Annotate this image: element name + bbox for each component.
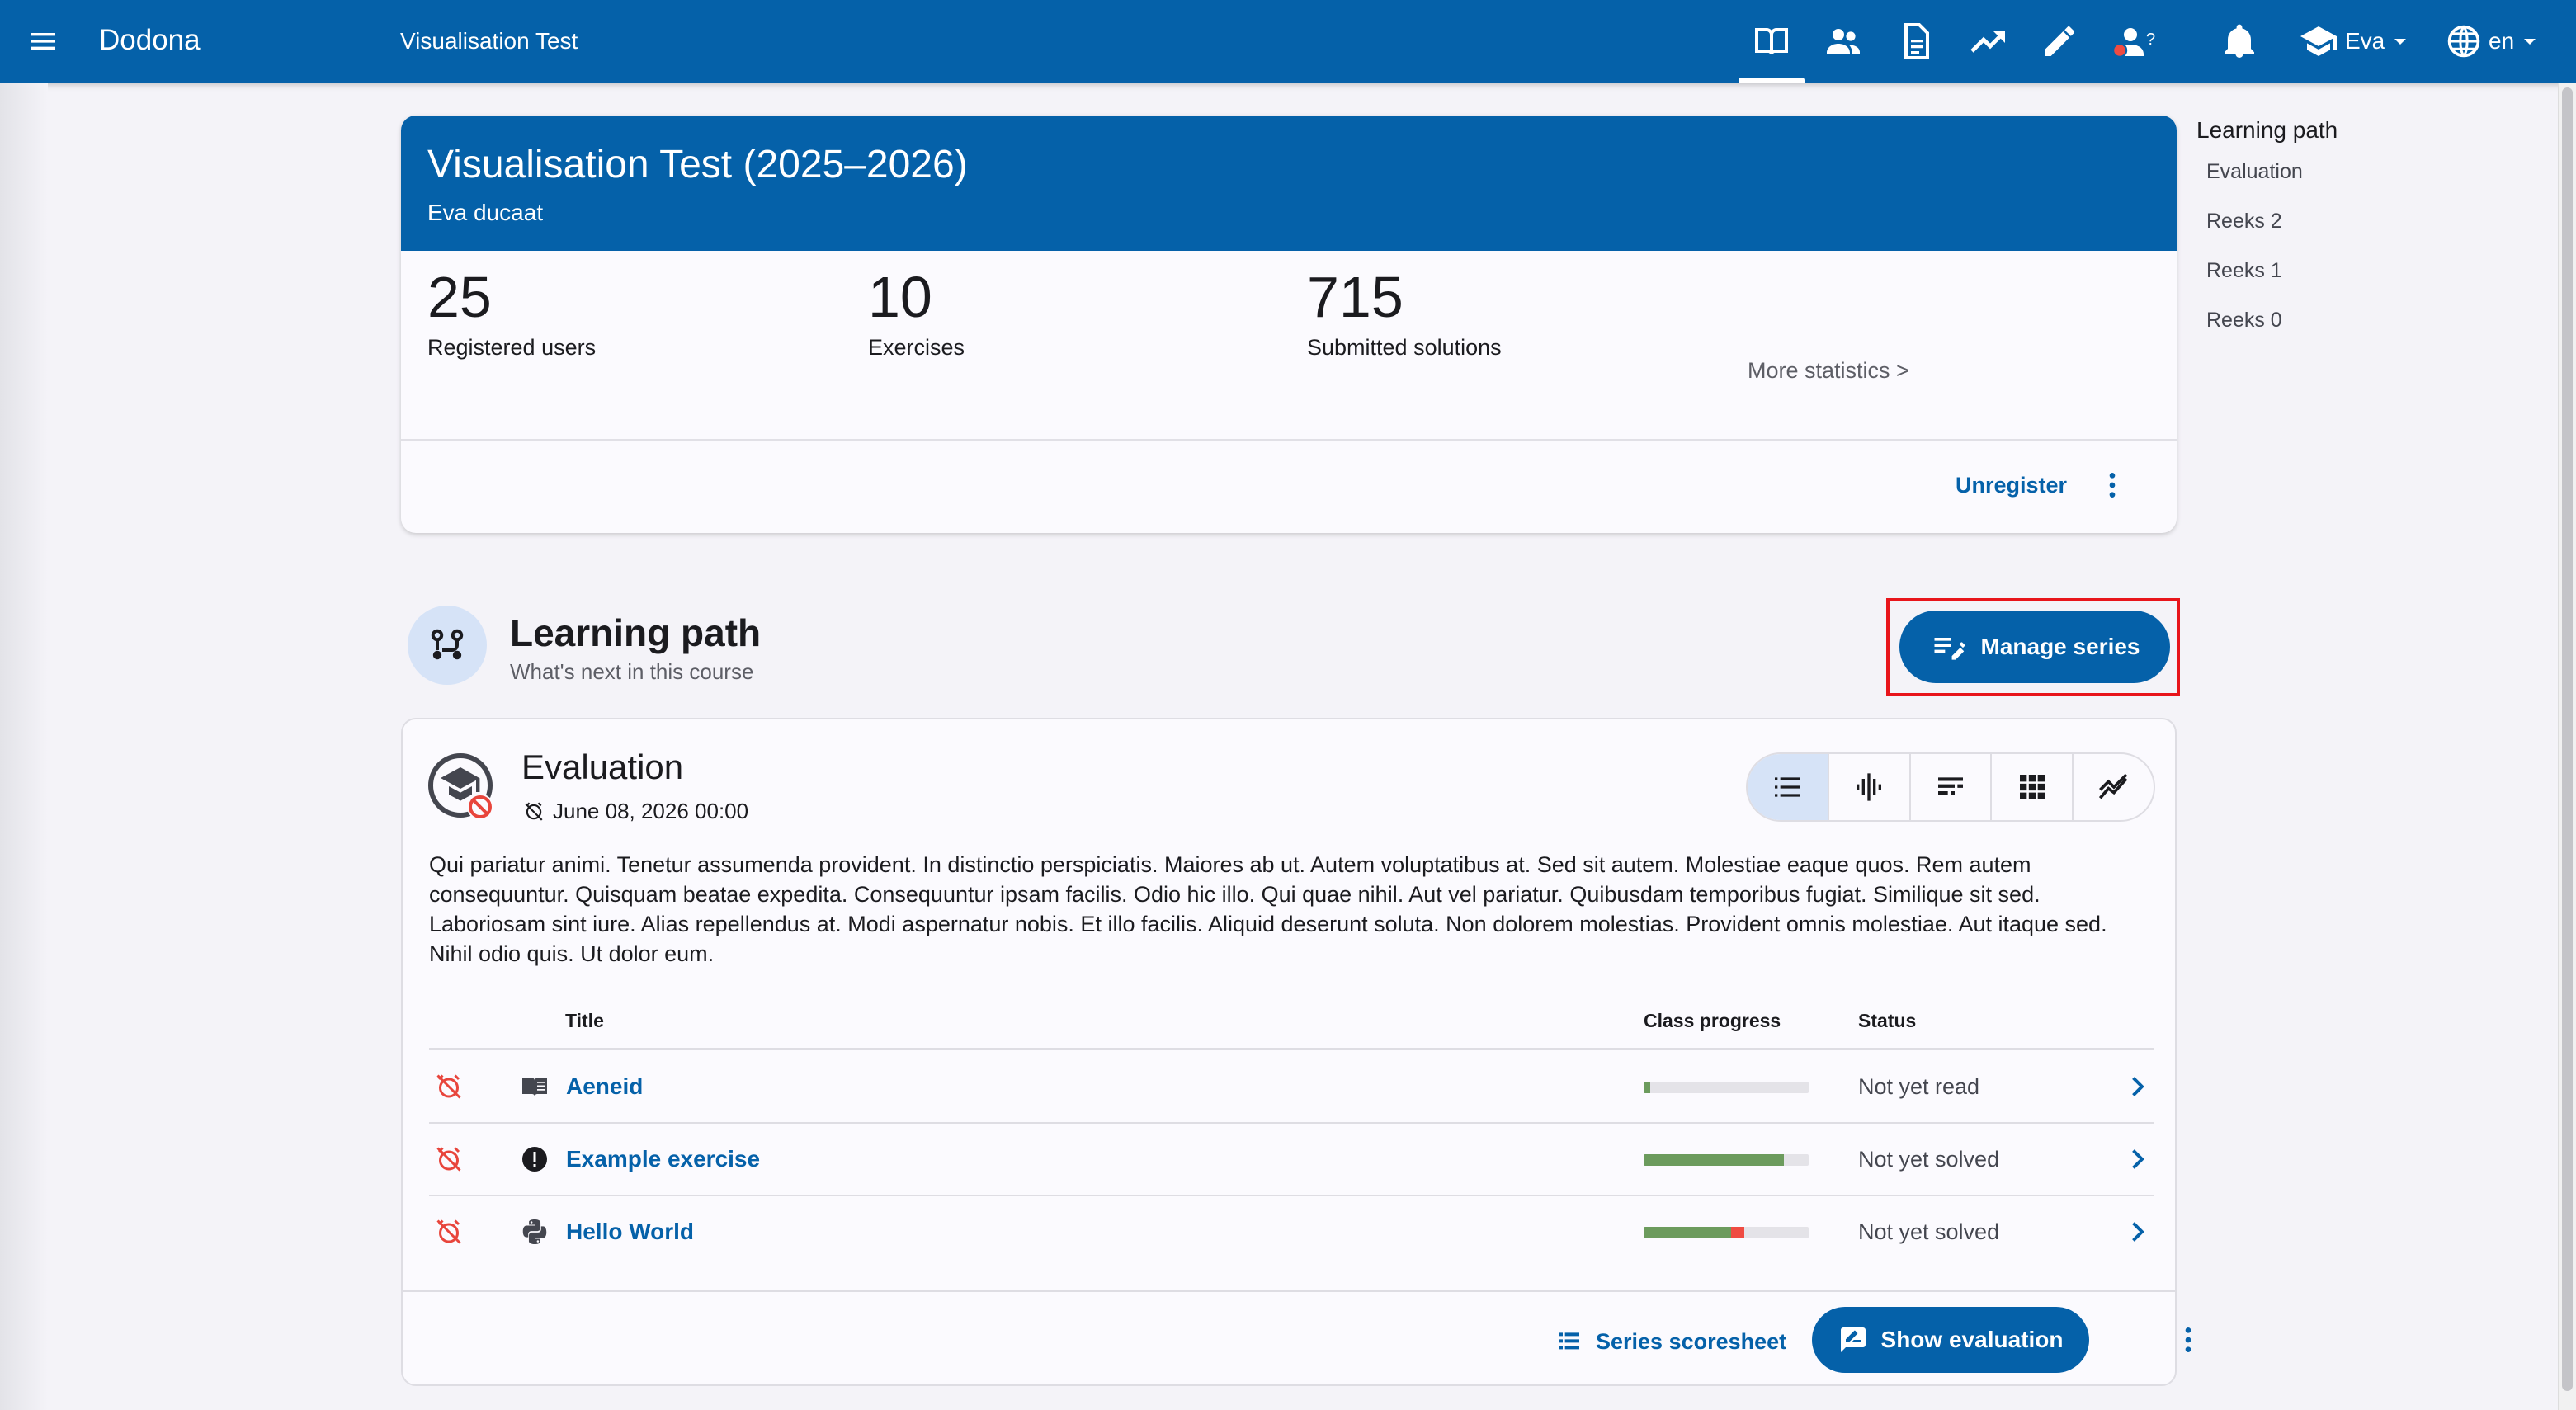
learning-path-title: Learning path xyxy=(510,611,762,654)
edit-list-icon xyxy=(1934,638,1965,660)
column-header-status: Status xyxy=(1858,1010,1917,1031)
stat-value: 715 xyxy=(1307,265,1404,329)
violin-chart-icon[interactable] xyxy=(1827,754,1909,820)
class-progress-bar xyxy=(1644,1154,1809,1166)
class-progress-bar xyxy=(1644,1227,1809,1238)
activity-status: Not yet solved xyxy=(1858,1147,2000,1172)
stat-label: Registered users xyxy=(427,335,597,360)
series-title: Evaluation xyxy=(521,747,684,786)
globe-icon xyxy=(2447,25,2480,58)
rate-review-icon xyxy=(1840,1327,1866,1352)
chevron-right-icon[interactable] xyxy=(2122,1072,2152,1101)
evaluation-series-icon xyxy=(427,752,500,825)
table-row: Hello World Not yet solved xyxy=(429,1196,2154,1267)
column-header-title: Title xyxy=(565,1010,604,1031)
alert-circle-icon xyxy=(520,1144,550,1174)
deadline-text: June 08, 2026 00:00 xyxy=(553,799,749,823)
course-card-title: Visualisation Test (2025–2026) xyxy=(427,143,968,186)
chevron-right-icon[interactable] xyxy=(2122,1217,2152,1247)
toc-item-evaluation[interactable]: Evaluation xyxy=(2206,158,2338,185)
stat-registered-users: 25 Registered users xyxy=(427,261,596,361)
course-card-header: Visualisation Test (2025–2026) Eva ducaa… xyxy=(401,116,2177,251)
show-evaluation-label: Show evaluation xyxy=(1880,1327,2064,1352)
toc-item-reeks-2[interactable]: Reeks 2 xyxy=(2206,208,2338,234)
table-row: Example exercise Not yet solved xyxy=(429,1124,2154,1195)
series-deadline: June 08, 2026 00:00 xyxy=(523,797,748,825)
series-card-evaluation: Evaluation June 08, 2026 00:00 Qui paria… xyxy=(401,718,2191,1386)
active-tab-indicator xyxy=(1739,78,1805,83)
activity-status: Not yet solved xyxy=(1858,1219,2000,1244)
list-view-icon[interactable] xyxy=(1748,754,1828,820)
hamburger-menu-icon[interactable] xyxy=(26,25,59,58)
graduation-cap-icon xyxy=(2300,26,2337,56)
user-menu[interactable]: Eva xyxy=(2299,21,2407,61)
chevron-right-icon[interactable] xyxy=(2122,1144,2152,1174)
document-icon[interactable] xyxy=(1896,21,1936,61)
more-vert-icon[interactable] xyxy=(2172,1323,2205,1356)
series-scoresheet-label: Series scoresheet xyxy=(1596,1328,1787,1354)
alarm-off-icon xyxy=(434,1217,464,1247)
visualisation-toggle-group xyxy=(1746,752,2155,822)
table-row: Aeneid Not yet read xyxy=(429,1051,2154,1122)
class-progress-bar xyxy=(1644,1082,1809,1093)
top-app-bar: Dodona Visualisation Test ? Eva en xyxy=(0,0,2576,83)
page-scrollbar[interactable] xyxy=(2558,83,2576,1410)
left-shade xyxy=(0,83,48,1410)
stat-label: Exercises xyxy=(868,335,965,360)
table-list-icon xyxy=(1559,1332,1579,1350)
stat-value: 25 xyxy=(427,265,492,329)
pencil-icon[interactable] xyxy=(2040,21,2079,61)
language-menu[interactable]: en xyxy=(2446,21,2536,61)
show-evaluation-button[interactable]: Show evaluation xyxy=(1812,1307,2089,1373)
activity-title-link[interactable]: Example exercise xyxy=(566,1144,760,1175)
toc-item-reeks-1[interactable]: Reeks 1 xyxy=(2206,257,2338,284)
reading-book-icon xyxy=(520,1072,550,1101)
scrollbar-thumb[interactable] xyxy=(2562,87,2573,1391)
language-code: en xyxy=(2489,28,2515,54)
python-icon xyxy=(520,1217,550,1247)
chevron-down-icon xyxy=(2524,38,2536,45)
manage-series-label: Manage series xyxy=(1980,634,2140,659)
stat-label: Submitted solutions xyxy=(1307,335,1502,360)
alarm-off-icon xyxy=(434,1072,464,1101)
course-teacher: Eva ducaat xyxy=(427,200,544,225)
manage-series-button[interactable]: Manage series xyxy=(1899,611,2170,683)
trending-up-icon[interactable] xyxy=(1969,21,2008,61)
stat-submitted-solutions: 715 Submitted solutions xyxy=(1307,261,1502,361)
table-of-contents: Learning path Evaluation Reeks 2 Reeks 1… xyxy=(2196,116,2338,333)
toc-title: Learning path xyxy=(2196,117,2338,143)
divider xyxy=(401,439,2177,441)
course-card: Visualisation Test (2025–2026) Eva ducaa… xyxy=(401,116,2177,533)
chevron-down-icon xyxy=(2394,38,2407,45)
route-icon xyxy=(408,606,487,685)
alarm-off-icon xyxy=(525,802,543,821)
series-scoresheet-button[interactable]: Series scoresheet xyxy=(1556,1322,1786,1361)
timeseries-chart-icon[interactable] xyxy=(2072,754,2154,820)
brand-logo-text[interactable]: Dodona xyxy=(99,22,201,59)
learning-path-subtitle: What's next in this course xyxy=(510,659,754,684)
stacked-bar-icon[interactable] xyxy=(1908,754,1991,820)
column-header-progress: Class progress xyxy=(1644,1010,1781,1031)
users-icon[interactable] xyxy=(1823,21,1863,61)
heatmap-grid-icon[interactable] xyxy=(1990,754,2072,820)
unregister-button[interactable]: Unregister xyxy=(1956,470,2067,500)
book-open-icon[interactable] xyxy=(1752,21,1791,61)
stat-value: 10 xyxy=(868,265,932,329)
course-title-link[interactable]: Visualisation Test xyxy=(400,26,578,56)
toc-item-reeks-0[interactable]: Reeks 0 xyxy=(2206,307,2338,333)
svg-text:?: ? xyxy=(2146,31,2155,49)
divider xyxy=(403,1290,2175,1292)
more-vert-icon[interactable] xyxy=(2096,469,2129,502)
series-description: Qui pariatur animi. Tenetur assumenda pr… xyxy=(429,852,2107,966)
table-header-divider xyxy=(429,1048,2154,1050)
activity-status: Not yet read xyxy=(1858,1074,1980,1099)
user-name: Eva xyxy=(2345,28,2385,54)
more-statistics-link[interactable]: More statistics > xyxy=(1748,356,1909,384)
user-question-icon[interactable]: ? xyxy=(2109,21,2162,61)
alarm-off-icon xyxy=(434,1144,464,1174)
stat-exercises: 10 Exercises xyxy=(868,261,965,361)
activity-title-link[interactable]: Hello World xyxy=(566,1216,694,1247)
bell-icon[interactable] xyxy=(2220,21,2259,61)
activity-title-link[interactable]: Aeneid xyxy=(566,1071,643,1102)
